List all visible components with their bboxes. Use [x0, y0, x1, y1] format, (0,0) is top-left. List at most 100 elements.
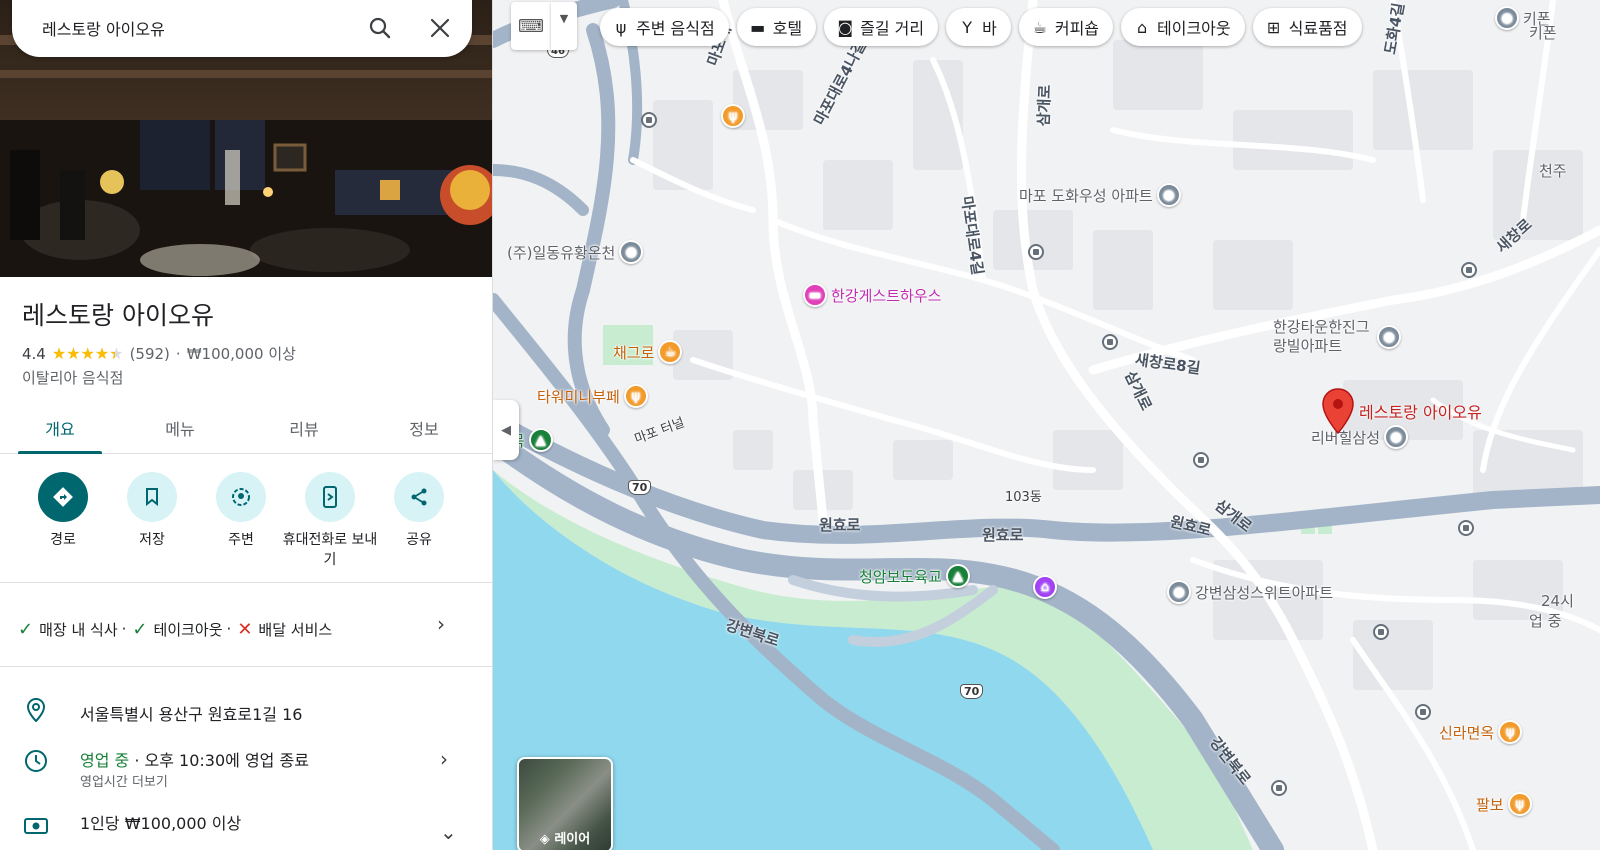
separator: · — [121, 620, 127, 638]
chip-groceries[interactable]: ⊞ 식료품점 — [1252, 8, 1362, 46]
bus-stop-icon[interactable] — [1271, 780, 1287, 796]
bookmark-icon — [127, 472, 177, 522]
hotel-icon: ▬ — [803, 283, 827, 307]
chip-label: 식료품점 — [1288, 19, 1348, 38]
poi-restaurant-top[interactable]: ψ — [721, 104, 745, 128]
close-icon — [430, 18, 450, 38]
poi-hangang-guesthouse[interactable]: ▬ 한강게스트하우스 — [803, 283, 941, 307]
input-tools-dropdown[interactable]: ▼ — [551, 2, 577, 50]
poi-label: 키폰 — [1529, 24, 1557, 42]
directions-button[interactable]: 경로 — [13, 470, 113, 550]
search-input[interactable]: 레스토랑 아이오유 — [42, 16, 165, 40]
poi-label: 24시 — [1541, 592, 1574, 610]
bus-stop-icon[interactable] — [641, 112, 657, 128]
layers-label: 레이어 — [554, 832, 591, 847]
cross-icon: ✕ — [237, 618, 253, 640]
layers-toggle[interactable]: ◈ 레이어 — [517, 757, 613, 850]
chevron-right-icon[interactable]: › — [440, 747, 448, 771]
bus-stop-icon[interactable] — [1193, 452, 1209, 468]
tab-menu[interactable]: 메뉴 — [138, 416, 222, 440]
takeout-icon: ⌂ — [1136, 17, 1148, 37]
chip-label: 주변 음식점 — [636, 19, 715, 38]
rating-row: 4.4 ★★★★★★★★★★ (592) · ₩100,000 이상 — [22, 343, 296, 364]
park-icon: ▲ — [945, 564, 970, 588]
input-tools-button[interactable]: ⌨ — [511, 2, 551, 50]
search-button[interactable] — [362, 10, 398, 46]
bus-stop-icon[interactable] — [1415, 704, 1431, 720]
poi-purple-landmark[interactable]: ⌂ — [1033, 575, 1057, 599]
money-icon — [22, 812, 50, 840]
location-pin-icon — [22, 696, 50, 724]
selected-place-label[interactable]: 레스토랑 아이오유 — [1359, 399, 1482, 423]
poi-silla[interactable]: 신라면옥 ψ — [1439, 720, 1523, 744]
save-button[interactable]: 저장 — [102, 470, 202, 550]
poi-label: 채그로 — [613, 343, 655, 362]
poi-ildong[interactable]: (주)일동유황온천 ● — [507, 240, 644, 264]
poi-cheongam[interactable]: 청암보도육교 ▲ — [859, 564, 970, 588]
star-rating-icon[interactable]: ★★★★★★★★★★ — [52, 344, 124, 363]
bus-stop-icon[interactable] — [1458, 520, 1474, 536]
poi-label: 타워미니부페 — [537, 387, 620, 406]
bed-icon: ▬ — [750, 17, 766, 37]
map-canvas[interactable]: 마포대로4나길 마포대로4길 마포대 삼개로 삼개로 삼개로 새창로8길 새창로… — [493, 0, 1600, 850]
send-to-phone-icon — [305, 472, 355, 522]
tab-reviews[interactable]: 리뷰 — [262, 416, 346, 440]
chip-hotels[interactable]: ▬ 호텔 — [736, 8, 817, 46]
poi-label: 청암보도육교 — [859, 567, 942, 586]
service-options[interactable]: ✓ 매장 내 식사 · ✓ 테이크아웃 · ✕ 배달 서비스 — [18, 614, 478, 644]
place-icon: ● — [1495, 6, 1519, 30]
chip-restaurants[interactable]: ψ 주변 음식점 — [600, 8, 729, 46]
place-panel: 레스토랑 아이오유 레스토랑 아이오유 4.4 ★★★★★★★★★★ (592)… — [0, 0, 493, 850]
poi-chaegeuro[interactable]: 채그로 ☕ — [613, 340, 683, 364]
poi-tower-buffet[interactable]: 타워미니부페 ψ — [537, 384, 648, 408]
action-label: 저장 — [139, 532, 165, 548]
poi-gangbyeon-samsung[interactable]: ● 강변삼성스위트아파트 — [1167, 580, 1333, 604]
poi-palbo[interactable]: 팔보 ψ — [1476, 792, 1532, 816]
bus-stop-icon[interactable] — [1461, 262, 1477, 278]
chevron-down-icon[interactable]: ⌄ — [440, 820, 457, 844]
clear-search-button[interactable] — [422, 10, 458, 46]
service-takeout: 테이크아웃 — [153, 620, 223, 639]
send-to-phone-button[interactable]: 휴대전화로 보내기 — [280, 470, 380, 570]
collapse-panel-button[interactable]: ◀ — [493, 400, 519, 460]
action-buttons: 경로 저장 주변 휴대전화로 보내기 공유 — [0, 470, 492, 580]
chip-label: 호텔 — [772, 19, 803, 38]
bus-stop-icon[interactable] — [1028, 244, 1044, 260]
chip-things-to-do[interactable]: ◙ 즐길 거리 — [824, 8, 939, 46]
clock-icon — [22, 747, 50, 775]
layers-icon: ◈ — [539, 832, 555, 847]
search-box[interactable]: 레스토랑 아이오유 — [12, 0, 472, 57]
place-icon: ● — [1384, 425, 1409, 449]
place-category[interactable]: 이탈리아 음식점 — [22, 367, 123, 388]
road-label: 원효로 — [982, 526, 1024, 544]
action-label: 경로 — [50, 532, 76, 548]
chevron-right-icon[interactable]: › — [437, 612, 445, 636]
chip-bars[interactable]: Y바 — [946, 8, 1011, 46]
nearby-button[interactable]: 주변 — [191, 470, 291, 550]
chip-takeout[interactable]: ⌂ 테이크아웃 — [1121, 8, 1245, 46]
share-button[interactable]: 공유 — [369, 470, 469, 550]
park-icon: ▲ — [528, 428, 553, 452]
fork-knife-icon: ψ — [615, 17, 627, 37]
review-count[interactable]: (592) — [130, 345, 170, 363]
chip-label: 즐길 거리 — [860, 19, 925, 38]
caret-down-icon: ▼ — [559, 12, 569, 25]
active-tab-indicator — [18, 451, 102, 454]
poi-label: 마포 도화우성 아파트 — [1019, 186, 1153, 205]
poi-hangang-town[interactable]: 한강타운한진그랑빌아파트 ● — [1273, 318, 1403, 356]
search-icon — [369, 17, 391, 39]
bus-stop-icon[interactable] — [1102, 334, 1118, 350]
chevron-left-icon: ◀ — [501, 422, 511, 438]
poi-label: (주)일동유황온천 — [507, 243, 616, 262]
tab-overview[interactable]: 개요 — [18, 416, 102, 440]
tab-about[interactable]: 정보 — [382, 416, 466, 440]
poi-dohwa-apt[interactable]: 마포 도화우성 아파트 ● — [1019, 183, 1181, 207]
selected-place-pin-icon[interactable] — [1321, 388, 1355, 434]
landmark-icon: ⌂ — [1033, 575, 1057, 599]
more-hours-link[interactable]: 영업시간 더보기 — [80, 771, 168, 790]
bus-stop-icon[interactable] — [1373, 624, 1389, 640]
restaurant-icon: ψ — [1507, 792, 1532, 816]
chip-coffee[interactable]: ☕ 커피숍 — [1018, 8, 1114, 46]
nearby-icon — [216, 472, 266, 522]
price-per-person: 1인당 ₩100,000 이상 — [80, 814, 242, 833]
